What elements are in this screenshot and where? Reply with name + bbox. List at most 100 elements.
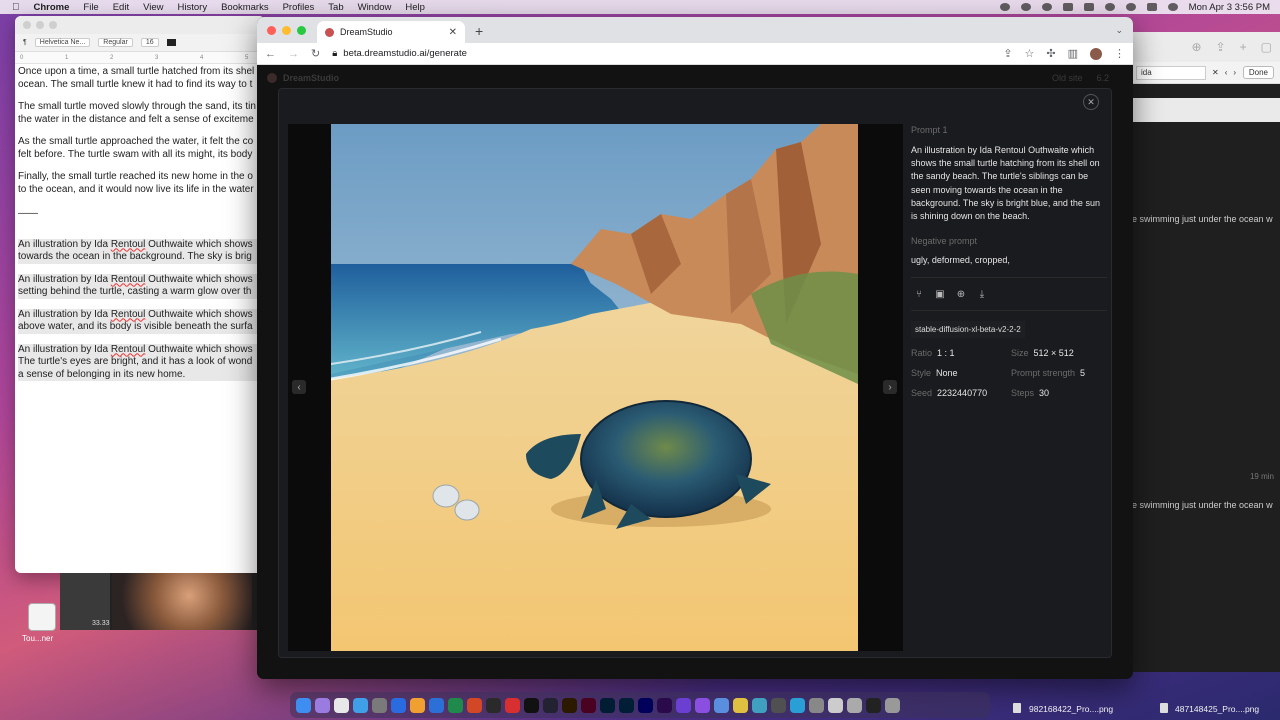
launchpad-icon[interactable]	[315, 697, 330, 713]
new-tab-button[interactable]: +	[475, 23, 483, 39]
settings-icon[interactable]	[372, 697, 387, 713]
paragraph-icon[interactable]: ¶	[23, 39, 27, 46]
size-select[interactable]: 16	[140, 38, 159, 47]
url-field[interactable]: 🔒︎ beta.dreamstudio.ai/generate	[332, 48, 467, 59]
new-tab-icon[interactable]: +	[1240, 40, 1247, 54]
find-input[interactable]: ida	[1136, 65, 1206, 80]
menu-view[interactable]: View	[143, 2, 163, 13]
previous-icon[interactable]: ‹	[1225, 68, 1228, 77]
close-dot[interactable]	[23, 21, 31, 29]
color-swatch-icon[interactable]	[166, 39, 176, 46]
close-modal-button[interactable]: ✕	[1083, 94, 1099, 110]
close-window-icon[interactable]	[267, 26, 276, 35]
profile-avatar[interactable]	[1090, 47, 1102, 60]
generated-image[interactable]	[331, 124, 858, 651]
indesign-icon[interactable]	[581, 697, 596, 713]
photoshop-icon[interactable]	[619, 697, 634, 713]
safari-icon[interactable]	[353, 697, 368, 713]
word-icon[interactable]	[429, 697, 444, 713]
lightroom-classic-icon[interactable]	[600, 697, 615, 713]
next-image-button[interactable]: ›	[883, 380, 897, 394]
tabs-icon[interactable]: ▢	[1261, 40, 1272, 54]
reload-icon[interactable]: ↻	[311, 47, 320, 60]
app-icon[interactable]	[676, 697, 691, 713]
download-item[interactable]: 982168422_Pro....png	[1029, 704, 1113, 714]
share-icon[interactable]: ⇪	[1216, 40, 1226, 54]
branch-icon[interactable]: ⑂	[913, 288, 925, 300]
document-icon[interactable]	[866, 697, 881, 713]
minimize-dot[interactable]	[36, 21, 44, 29]
document-body[interactable]: Once upon a time, a small turtle hatched…	[15, 64, 265, 393]
status-icon[interactable]	[1020, 3, 1031, 11]
done-button[interactable]: Done	[1242, 66, 1274, 79]
app-icon[interactable]	[733, 697, 748, 713]
siri-icon[interactable]	[1167, 3, 1178, 11]
more-menu-icon[interactable]: ⋮	[1114, 47, 1125, 60]
chrome-icon[interactable]	[334, 697, 349, 713]
extensions-icon[interactable]: ✣	[1046, 47, 1055, 60]
download-icon[interactable]: ⤓	[976, 288, 988, 300]
menu-app-name[interactable]: Chrome	[34, 2, 70, 13]
excel-icon[interactable]	[448, 697, 463, 713]
menu-edit[interactable]: Edit	[113, 2, 129, 13]
menu-profiles[interactable]: Profiles	[283, 2, 315, 13]
illustrator-icon[interactable]	[562, 697, 577, 713]
sidebar-icon[interactable]: ▥	[1068, 47, 1078, 60]
app-icon[interactable]	[752, 697, 767, 713]
video-thumbnail[interactable]: 33.33	[60, 573, 110, 630]
close-tab-icon[interactable]: ✕	[449, 27, 457, 38]
app-icon[interactable]	[771, 697, 786, 713]
rush-icon[interactable]	[657, 697, 672, 713]
menu-bookmarks[interactable]: Bookmarks	[221, 2, 269, 13]
spotlight-icon[interactable]	[1125, 3, 1136, 11]
zoom-dot[interactable]	[49, 21, 57, 29]
prompt-text[interactable]: An illustration by Ida Rentoul Outhwaite…	[911, 144, 1107, 223]
chevron-down-icon[interactable]: ⌄	[1115, 25, 1123, 36]
bookmark-star-icon[interactable]: ☆	[1025, 47, 1035, 60]
display-icon[interactable]	[1062, 3, 1073, 11]
upscale-icon[interactable]: ⊕	[955, 288, 967, 300]
old-site-link[interactable]: Old site	[1052, 73, 1083, 83]
app-icon[interactable]	[486, 697, 501, 713]
negative-prompt-text[interactable]: ugly, deformed, cropped,	[911, 255, 1107, 265]
menu-help[interactable]: Help	[405, 2, 425, 13]
apple-icon[interactable]: 	[12, 2, 20, 13]
back-icon[interactable]: ←	[265, 48, 276, 60]
menu-clock[interactable]: Mon Apr 3 3:56 PM	[1189, 2, 1270, 13]
menu-history[interactable]: History	[178, 2, 208, 13]
next-icon[interactable]: ›	[1233, 68, 1236, 77]
app-icon[interactable]	[695, 697, 710, 713]
premiere-icon[interactable]	[638, 697, 653, 713]
app-icon[interactable]	[809, 697, 824, 713]
tab-dreamstudio[interactable]: DreamStudio ✕	[317, 21, 465, 43]
control-center-icon[interactable]	[1146, 3, 1157, 11]
document-icon[interactable]	[828, 697, 843, 713]
app-icon[interactable]	[714, 697, 729, 713]
menu-window[interactable]: Window	[358, 2, 392, 13]
share-icon[interactable]: ⇪	[1003, 47, 1012, 60]
app-store-icon[interactable]	[391, 697, 406, 713]
document-icon[interactable]	[847, 697, 862, 713]
menu-tab[interactable]: Tab	[328, 2, 343, 13]
wifi-icon[interactable]	[1104, 3, 1115, 11]
portrait-thumbnail[interactable]	[112, 573, 252, 630]
trash-icon[interactable]	[885, 697, 900, 713]
bridge-icon[interactable]	[524, 697, 539, 713]
pages-icon[interactable]	[410, 697, 425, 713]
zoom-window-icon[interactable]	[297, 26, 306, 35]
acrobat-icon[interactable]	[505, 697, 520, 713]
menu-file[interactable]: File	[83, 2, 98, 13]
battery-icon[interactable]	[1083, 3, 1094, 11]
style-select[interactable]: Regular	[98, 38, 133, 47]
previous-image-button[interactable]: ‹	[292, 380, 306, 394]
creative-cloud-icon[interactable]	[1041, 3, 1052, 11]
forward-icon[interactable]: →	[288, 48, 299, 60]
seed-value[interactable]: 2232440770	[937, 388, 987, 398]
font-select[interactable]: Helvetica Ne...	[34, 38, 91, 47]
download-icon[interactable]: ⊕	[1192, 40, 1202, 54]
powerpoint-icon[interactable]	[467, 697, 482, 713]
minimize-window-icon[interactable]	[282, 26, 291, 35]
app-icon[interactable]	[790, 697, 805, 713]
clear-icon[interactable]: ✕	[1212, 68, 1219, 77]
image-to-image-icon[interactable]: ▣	[934, 288, 946, 300]
